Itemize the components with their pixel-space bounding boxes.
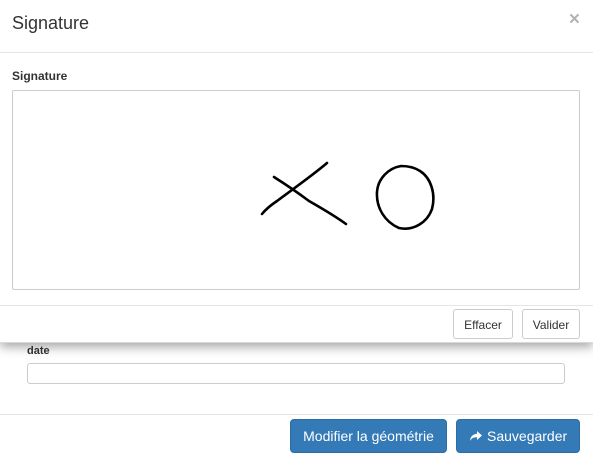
save-button-label: Sauvegarder (487, 428, 568, 444)
signature-pad[interactable] (12, 90, 580, 290)
share-icon (470, 431, 482, 441)
modal-title: Signature (12, 13, 90, 33)
save-button[interactable]: Sauvegarder (456, 419, 580, 453)
page: date Modifier la géométrie Sauvegarder S… (0, 0, 593, 455)
signature-label: Signature (12, 69, 68, 83)
signature-drawing (260, 161, 435, 230)
clear-button[interactable]: Effacer (453, 309, 513, 339)
date-input[interactable] (27, 363, 565, 384)
modify-geometry-button[interactable]: Modifier la géométrie (290, 419, 447, 453)
modal-header: Signature × (0, 0, 593, 53)
validate-button[interactable]: Valider (522, 309, 580, 339)
close-icon[interactable]: × (569, 10, 580, 30)
signature-modal: Signature × Signature Effacer Valider (0, 0, 593, 343)
date-label: date (27, 345, 50, 357)
